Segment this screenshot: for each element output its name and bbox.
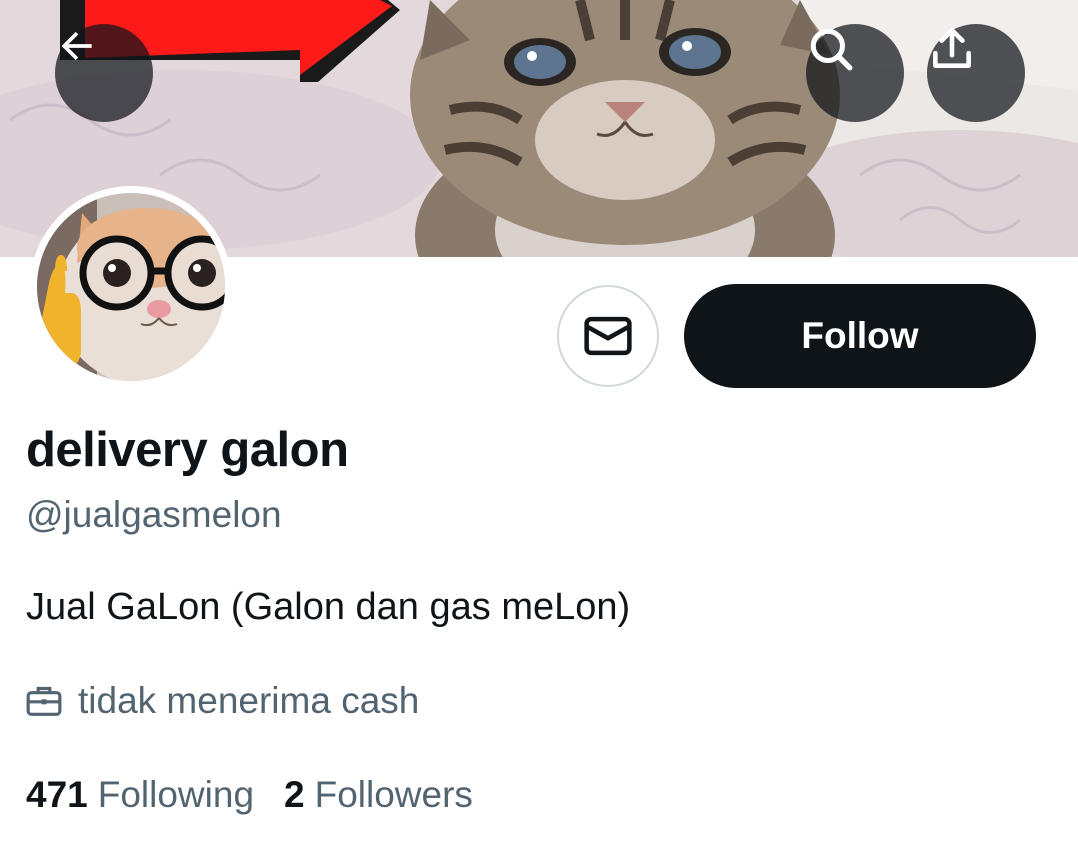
back-button[interactable] [55,24,153,122]
profile-avatar[interactable] [30,186,232,388]
search-button[interactable] [806,24,904,122]
followers-label: Followers [314,774,473,815]
following-label: Following [97,774,255,815]
followers-link[interactable]: 2 Followers [284,774,473,816]
follow-button[interactable]: Follow [684,284,1036,388]
briefcase-icon [24,681,64,721]
envelope-icon [584,316,632,356]
following-link[interactable]: 471 Following [26,774,254,816]
display-name: delivery galon [26,423,349,477]
search-icon [810,28,853,71]
avatar-image [37,193,225,381]
follow-stats: 471 Following 2 Followers [26,774,503,816]
share-upload-icon [933,27,971,68]
professional-category: tidak menerima cash [24,680,419,722]
followers-count: 2 [284,774,305,815]
professional-category-label: tidak menerima cash [78,680,420,721]
share-button[interactable] [927,24,1025,122]
following-count: 471 [26,774,88,815]
follow-button-label: Follow [801,315,919,356]
profile-bio: Jual GaLon (Galon dan gas meLon) [26,586,631,628]
arrow-left-icon [61,31,92,61]
message-button[interactable] [557,285,659,387]
user-handle: @jualgasmelon [26,494,282,535]
